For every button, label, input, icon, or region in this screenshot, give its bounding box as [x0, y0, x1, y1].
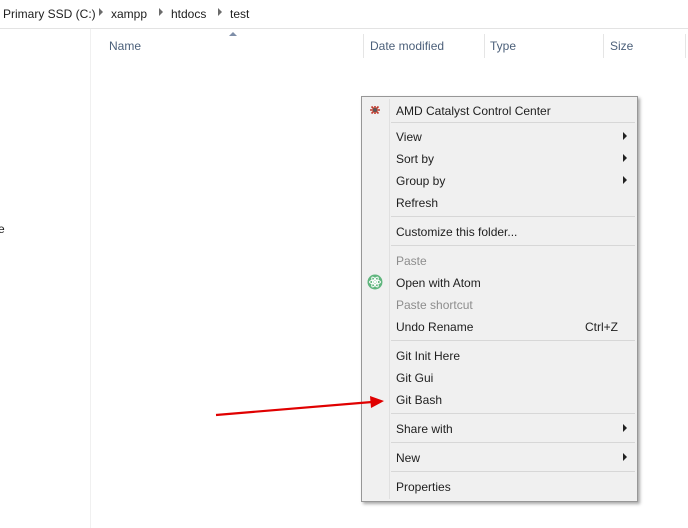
- column-header-size[interactable]: Size: [610, 39, 633, 53]
- menu-item-label: Refresh: [396, 196, 439, 210]
- column-divider[interactable]: [603, 34, 604, 58]
- menu-item-view[interactable]: View: [362, 125, 637, 147]
- column-header-date-modified[interactable]: Date modified: [370, 39, 444, 53]
- column-divider[interactable]: [363, 34, 364, 58]
- menu-separator: [391, 413, 635, 414]
- menu-item-paste: Paste: [362, 249, 637, 271]
- breadcrumb-separator-icon[interactable]: [159, 8, 163, 16]
- menu-item-label: Sort by: [396, 152, 435, 166]
- menu-item-label: Open with Atom: [396, 276, 481, 290]
- menu-item-open-with-atom[interactable]: Open with Atom: [362, 271, 637, 293]
- menu-item-label: Paste: [396, 254, 427, 268]
- menu-item-amd-catalyst[interactable]: AMD Catalyst Control Center: [362, 99, 637, 121]
- submenu-arrow-icon: [623, 176, 627, 184]
- breadcrumb-item-xampp[interactable]: xampp: [111, 7, 147, 21]
- menu-item-paste-shortcut: Paste shortcut: [362, 293, 637, 315]
- menu-separator: [391, 216, 635, 217]
- breadcrumb-separator-icon[interactable]: [99, 8, 103, 16]
- atom-icon: [367, 274, 383, 290]
- menu-separator: [391, 245, 635, 246]
- breadcrumb: Primary SSD (C:) xampp htdocs test: [0, 0, 688, 29]
- navigation-pane[interactable]: e: [0, 29, 91, 528]
- menu-item-refresh[interactable]: Refresh: [362, 191, 637, 213]
- menu-item-new[interactable]: New: [362, 446, 637, 468]
- column-divider[interactable]: [484, 34, 485, 58]
- menu-item-git-bash[interactable]: Git Bash: [362, 388, 637, 410]
- menu-item-label: Git Init Here: [396, 349, 461, 363]
- breadcrumb-separator-icon[interactable]: [218, 8, 222, 16]
- menu-item-undo-rename[interactable]: Undo Rename Ctrl+Z: [362, 315, 637, 337]
- submenu-arrow-icon: [623, 453, 627, 461]
- breadcrumb-item-htdocs[interactable]: htdocs: [171, 7, 206, 21]
- breadcrumb-item-primary-ssd[interactable]: Primary SSD (C:): [3, 7, 96, 21]
- amd-catalyst-icon: [370, 105, 380, 115]
- menu-item-share-with[interactable]: Share with: [362, 417, 637, 439]
- menu-item-label: AMD Catalyst Control Center: [396, 104, 551, 118]
- menu-item-label: Properties: [396, 480, 451, 494]
- menu-item-label: New: [396, 451, 421, 465]
- column-header-name[interactable]: Name: [109, 39, 141, 53]
- menu-item-shortcut: Ctrl+Z: [585, 320, 618, 334]
- menu-item-customize-folder[interactable]: Customize this folder...: [362, 220, 637, 242]
- breadcrumb-item-test[interactable]: test: [230, 7, 249, 21]
- menu-item-group-by[interactable]: Group by: [362, 169, 637, 191]
- menu-item-git-gui[interactable]: Git Gui: [362, 366, 637, 388]
- menu-item-label: Customize this folder...: [396, 225, 518, 239]
- menu-separator: [391, 442, 635, 443]
- menu-item-label: Share with: [396, 422, 453, 436]
- context-menu: AMD Catalyst Control Center View Sort by…: [361, 96, 638, 502]
- menu-item-label: Git Bash: [396, 393, 443, 407]
- menu-item-label: Undo Rename: [396, 320, 474, 334]
- menu-item-label: View: [396, 130, 422, 144]
- menu-separator: [391, 122, 635, 123]
- menu-item-label: Paste shortcut: [396, 298, 473, 312]
- menu-separator: [391, 340, 635, 341]
- menu-separator: [391, 471, 635, 472]
- menu-item-label: Group by: [396, 174, 446, 188]
- column-header-type[interactable]: Type: [490, 39, 516, 53]
- menu-item-properties[interactable]: Properties: [362, 475, 637, 497]
- nav-item-fragment[interactable]: e: [0, 222, 5, 236]
- menu-item-label: Git Gui: [396, 371, 434, 385]
- sort-ascending-icon: [229, 32, 237, 36]
- submenu-arrow-icon: [623, 154, 627, 162]
- column-divider[interactable]: [685, 34, 686, 58]
- submenu-arrow-icon: [623, 424, 627, 432]
- submenu-arrow-icon: [623, 132, 627, 140]
- menu-item-sort-by[interactable]: Sort by: [362, 147, 637, 169]
- menu-item-git-init-here[interactable]: Git Init Here: [362, 344, 637, 366]
